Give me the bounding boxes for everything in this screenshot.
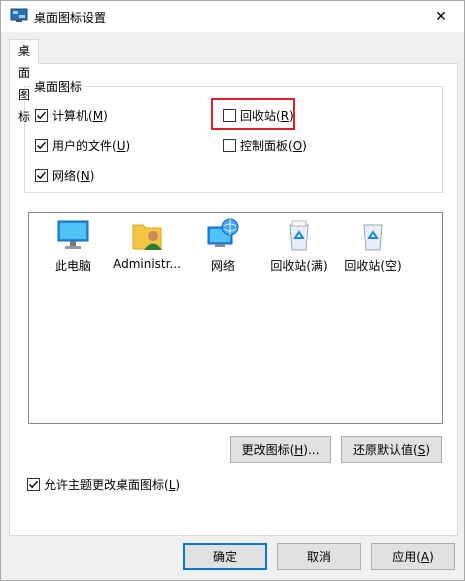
window-title: 桌面图标设置 — [34, 11, 107, 25]
recycle-bin-full-icon — [289, 220, 309, 251]
checkbox-label: 用户的文件(U) — [52, 138, 131, 153]
user-folder-icon — [132, 224, 162, 250]
list-item[interactable]: 回收站(空) — [337, 217, 409, 274]
list-item[interactable]: 此电脑 — [37, 217, 109, 274]
checkmark-icon — [37, 111, 47, 119]
computer-checkbox[interactable]: 计算机(M) — [35, 106, 108, 124]
checkmark-icon — [37, 141, 47, 149]
close-button[interactable]: ✕ — [418, 1, 464, 32]
ok-button[interactable]: 确定 — [183, 543, 267, 570]
network-checkbox[interactable]: 网络(N) — [35, 166, 94, 184]
checkbox-box[interactable] — [35, 138, 48, 152]
checkbox-label: 计算机(M) — [52, 108, 108, 123]
apply-button[interactable]: 应用(A) — [371, 543, 455, 570]
restore-default-button[interactable]: 还原默认值(S) — [341, 436, 442, 463]
checkbox-label: 控制面板(O) — [240, 138, 307, 153]
tab-panel: 桌面图标 计算机(M) 回收站(R) 用户的文件(U) 控制面板(O) 网络(N… — [9, 63, 458, 536]
recycle-bin-highlight-box — [211, 98, 295, 130]
recycle-bin-empty-icon — [363, 224, 383, 251]
checkbox-box[interactable] — [35, 168, 48, 182]
monitor-icon — [57, 220, 89, 249]
checkbox-label: 网络(N) — [52, 168, 95, 183]
title-bar: 桌面图标设置 ✕ — [1, 1, 464, 32]
checkbox-box[interactable] — [35, 108, 48, 122]
change-icon-button[interactable]: 更改图标(H)... — [230, 436, 331, 463]
checkmark-icon — [37, 171, 47, 179]
close-icon: ✕ — [435, 8, 447, 25]
user-files-checkbox[interactable]: 用户的文件(U) — [35, 136, 130, 154]
allow-themes-checkbox[interactable]: 允许主题更改桌面图标(L) — [27, 475, 180, 493]
list-item[interactable]: 回收站(满) — [263, 217, 335, 274]
display-settings-icon — [10, 8, 28, 24]
checkmark-icon — [29, 480, 39, 488]
list-item[interactable]: Administr... — [111, 217, 183, 271]
groupbox-title: 桌面图标 — [31, 78, 86, 95]
checkbox-box[interactable] — [223, 138, 236, 152]
desktop-icon-settings-dialog: 桌面图标设置 ✕ 桌面图标 桌面图标 计算机(M) 回收站(R) 用户的文件(U… — [0, 0, 465, 581]
checkbox-box[interactable] — [27, 477, 40, 491]
list-item[interactable]: 网络 — [187, 217, 259, 274]
desktop-icon-list[interactable]: 此电脑 Administr... 网络 回收站(满) 回收站(空) — [28, 212, 443, 424]
cancel-button[interactable]: 取消 — [277, 543, 361, 570]
checkbox-label: 允许主题更改桌面图标(L) — [44, 477, 181, 492]
tab-desktop-icons[interactable]: 桌面图标 — [9, 39, 40, 124]
control-panel-checkbox[interactable]: 控制面板(O) — [223, 136, 307, 154]
network-globe-icon — [207, 218, 239, 247]
